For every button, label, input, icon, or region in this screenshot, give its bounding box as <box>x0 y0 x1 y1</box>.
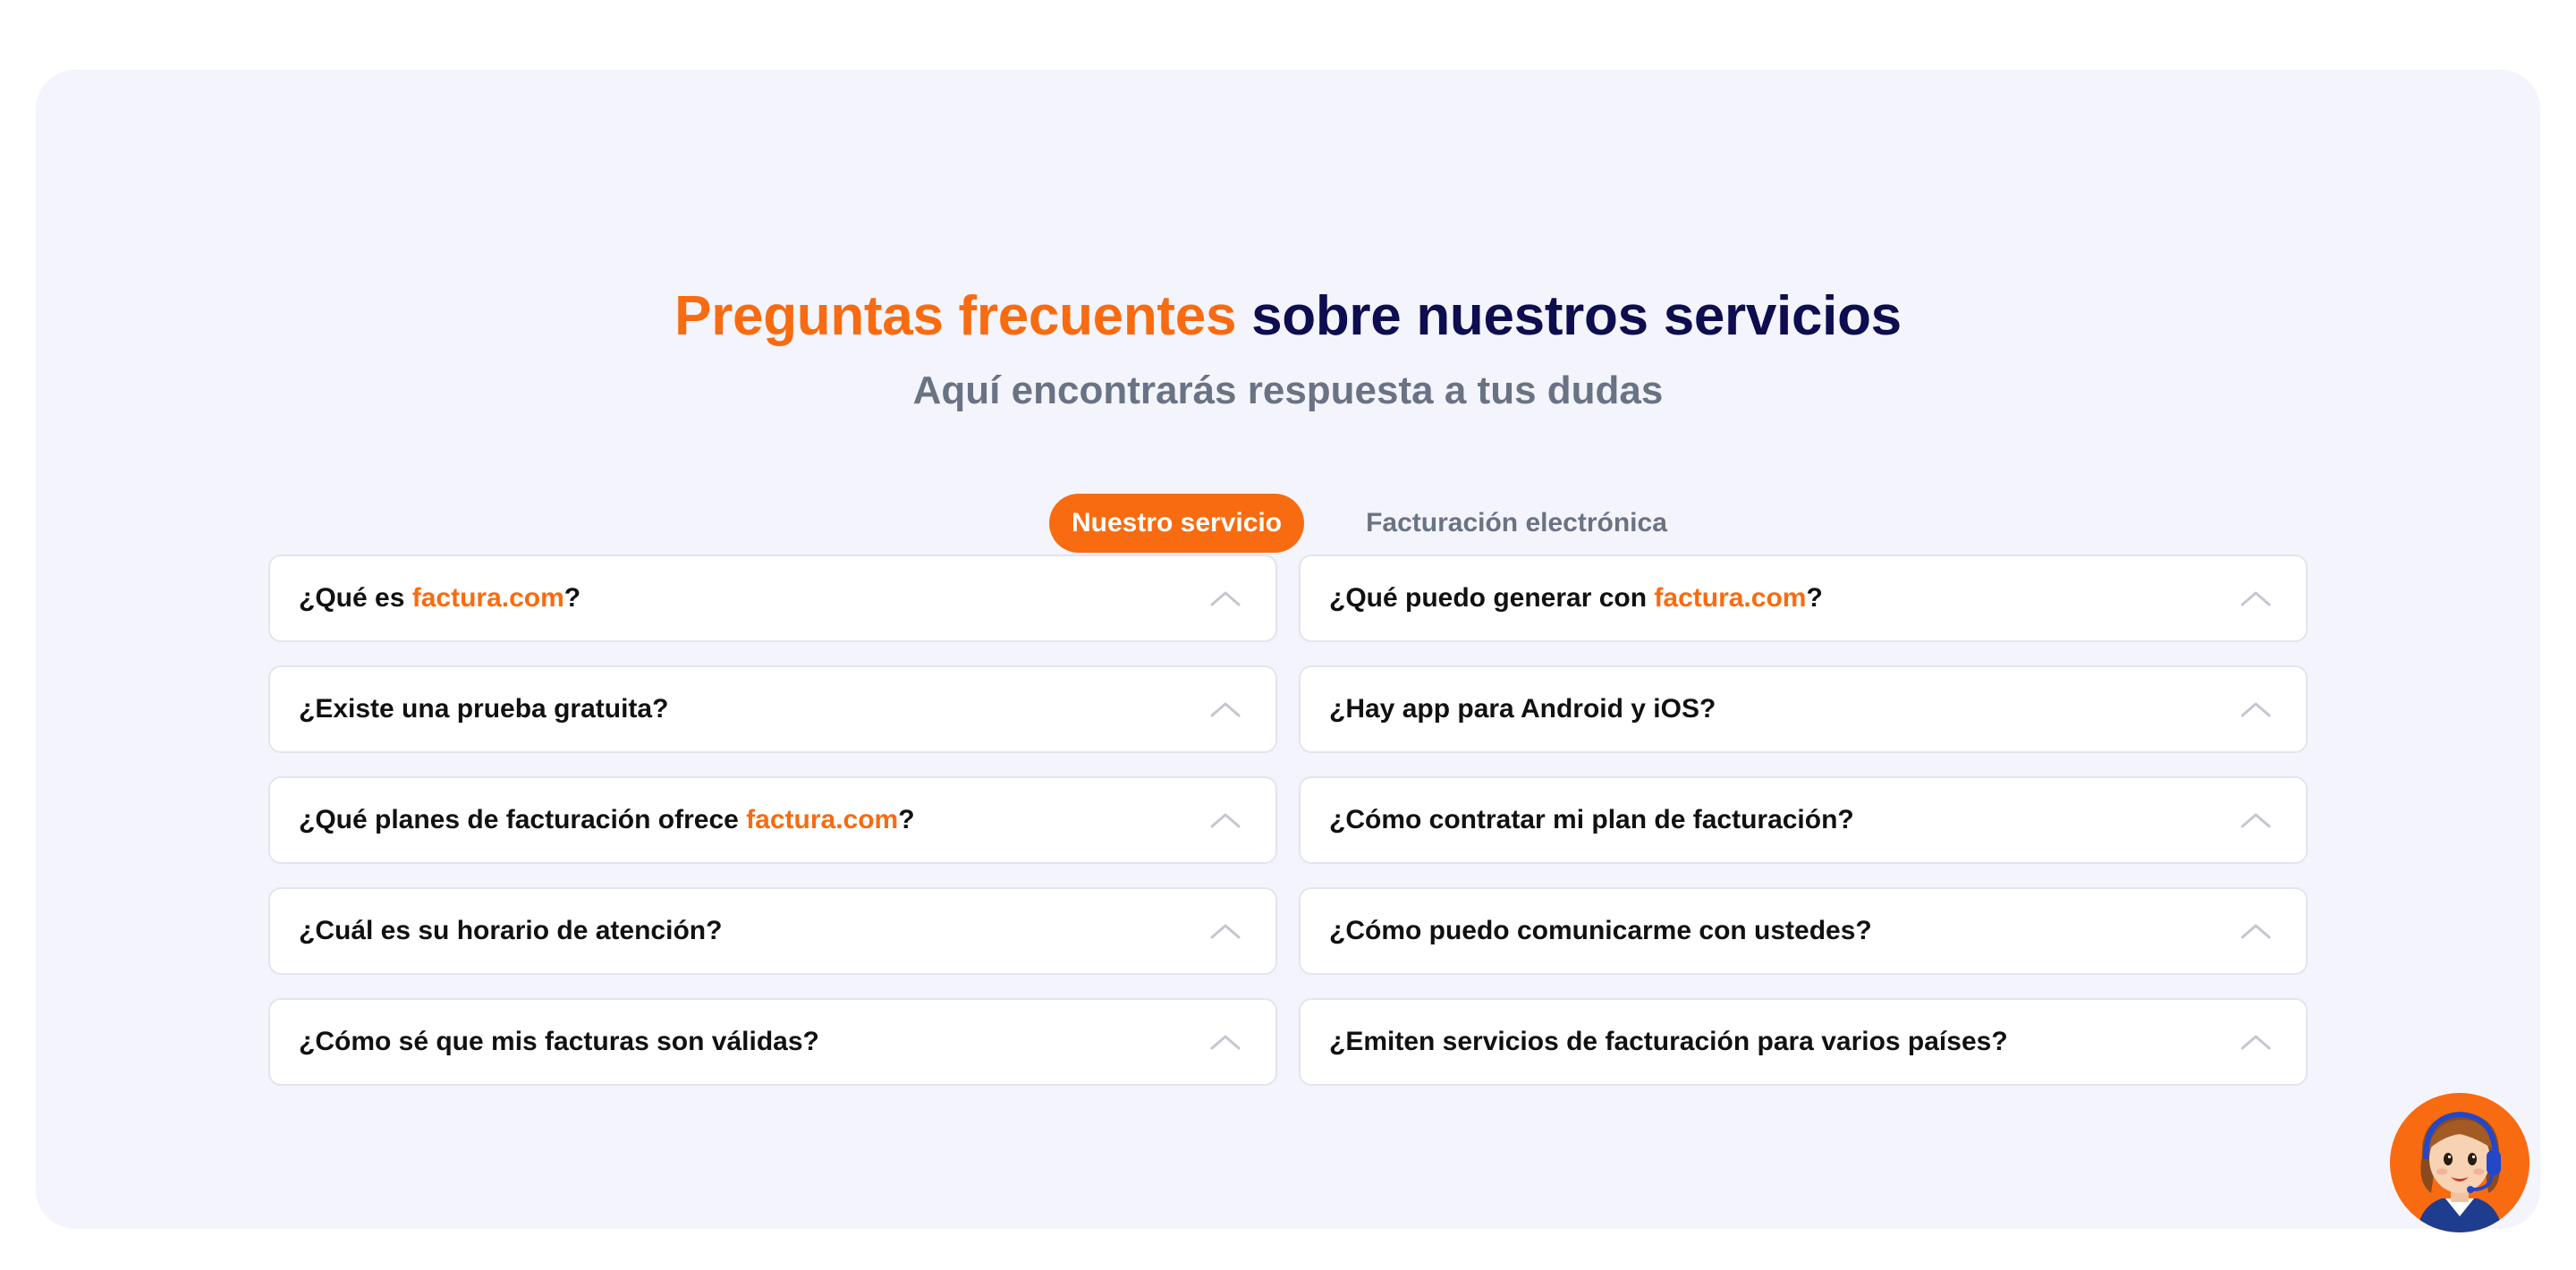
chevron-up-icon <box>1208 809 1243 831</box>
faq-item-app-android-ios[interactable]: ¿Hay app para Android y iOS? <box>1299 665 2308 753</box>
faq-question: ¿Cómo sé que mis facturas son válidas? <box>299 1027 819 1057</box>
faq-item-que-es[interactable]: ¿Qué es factura.com? <box>268 555 1277 642</box>
faq-question-end: ? <box>898 805 915 834</box>
faq-brand-link: factura.com <box>1654 583 1807 613</box>
chevron-up-icon <box>2238 698 2274 720</box>
faq-item-contratar-plan[interactable]: ¿Cómo contratar mi plan de facturación? <box>1299 776 2308 864</box>
faq-question-end: ? <box>1806 583 1823 613</box>
chevron-up-icon <box>1208 920 1243 942</box>
tab-facturacion-electronica[interactable]: Facturación electrónica <box>1343 494 1690 553</box>
faq-item-prueba-gratuita[interactable]: ¿Existe una prueba gratuita? <box>268 665 1277 753</box>
chevron-up-icon <box>2238 920 2274 942</box>
faq-question-text: ¿Cuál es su horario de atención? <box>299 916 723 945</box>
faq-heading: Preguntas frecuentes sobre nuestros serv… <box>36 284 2540 348</box>
faq-item-que-puedo-generar[interactable]: ¿Qué puedo generar con factura.com? <box>1299 555 2308 642</box>
faq-question: ¿Cómo contratar mi plan de facturación? <box>1329 805 1854 835</box>
chevron-up-icon <box>2238 809 2274 831</box>
chevron-up-icon <box>2238 1031 2274 1053</box>
support-chat-button[interactable] <box>2390 1093 2529 1232</box>
faq-question-text: ¿Qué puedo generar con <box>1329 583 1655 613</box>
faq-question-text: ¿Qué planes de facturación ofrece <box>299 805 747 834</box>
faq-list: ¿Qué es factura.com? ¿Qué puedo generar … <box>268 555 2308 1086</box>
chevron-up-icon <box>1208 1031 1243 1053</box>
faq-heading-rest: sobre nuestros servicios <box>1236 285 1902 347</box>
faq-item-varios-paises[interactable]: ¿Emiten servicios de facturación para va… <box>1299 998 2308 1086</box>
faq-question-end: ? <box>564 583 581 613</box>
faq-item-horario[interactable]: ¿Cuál es su horario de atención? <box>268 887 1277 975</box>
faq-question-text: ¿Qué es <box>299 583 412 613</box>
support-agent-avatar-icon <box>2390 1093 2529 1232</box>
faq-brand-link: factura.com <box>746 805 899 834</box>
faq-brand-link: factura.com <box>411 583 564 613</box>
tab-nuestro-servicio[interactable]: Nuestro servicio <box>1049 494 1305 553</box>
faq-question: ¿Existe una prueba gratuita? <box>299 694 668 724</box>
faq-heading-accent: Preguntas frecuentes <box>674 285 1237 347</box>
faq-tabs: Nuestro servicio Facturación electrónica <box>1049 494 1690 553</box>
chevron-up-icon <box>2238 588 2274 609</box>
chevron-up-icon <box>1208 588 1243 609</box>
faq-question: ¿Qué planes de facturación ofrece factur… <box>299 805 915 835</box>
faq-item-facturas-validas[interactable]: ¿Cómo sé que mis facturas son válidas? <box>268 998 1277 1086</box>
faq-question: ¿Qué puedo generar con factura.com? <box>1329 583 1823 614</box>
faq-question: ¿Cómo puedo comunicarme con ustedes? <box>1329 916 1872 946</box>
faq-subheading: Aquí encontrarás respuesta a tus dudas <box>912 368 1664 412</box>
faq-question: ¿Cuál es su horario de atención? <box>299 916 722 946</box>
faq-question-text: ¿Cómo contratar mi plan de facturación? <box>1329 805 1854 834</box>
faq-item-planes[interactable]: ¿Qué planes de facturación ofrece factur… <box>268 776 1277 864</box>
faq-item-comunicarme[interactable]: ¿Cómo puedo comunicarme con ustedes? <box>1299 887 2308 975</box>
faq-question-text: ¿Hay app para Android y iOS? <box>1329 694 1716 724</box>
faq-question: ¿Emiten servicios de facturación para va… <box>1329 1027 2008 1057</box>
faq-question-text: ¿Existe una prueba gratuita? <box>299 694 669 724</box>
faq-question-text: ¿Emiten servicios de facturación para va… <box>1329 1027 2008 1056</box>
faq-question-text: ¿Cómo puedo comunicarme con ustedes? <box>1329 916 1872 945</box>
faq-question-text: ¿Cómo sé que mis facturas son válidas? <box>299 1027 819 1056</box>
faq-question: ¿Hay app para Android y iOS? <box>1329 694 1716 724</box>
chevron-up-icon <box>1208 698 1243 720</box>
faq-question: ¿Qué es factura.com? <box>299 583 580 614</box>
